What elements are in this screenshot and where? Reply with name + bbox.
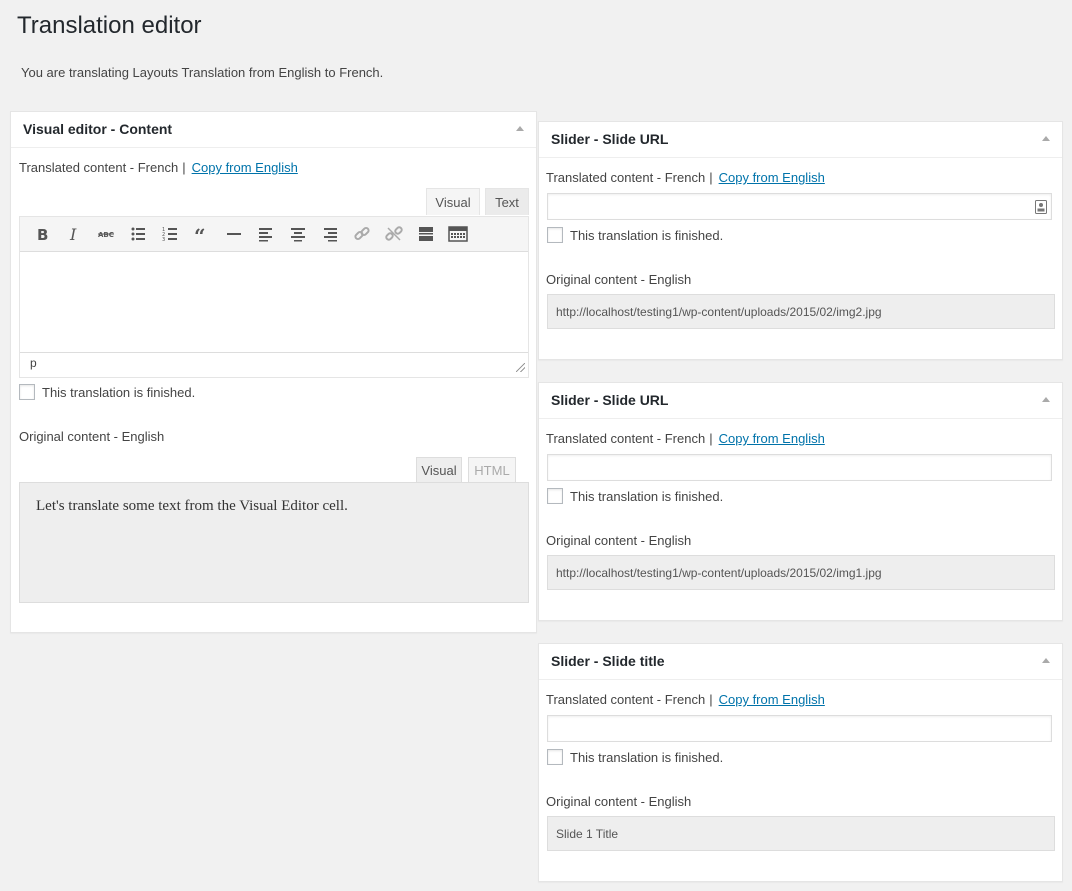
box-title: Slider - Slide URL: [551, 392, 669, 408]
finished-label: This translation is finished.: [570, 749, 724, 765]
italic-icon[interactable]: I: [58, 220, 90, 248]
tab-text[interactable]: Text: [485, 188, 529, 215]
translated-label: Translated content - French: [546, 692, 706, 707]
original-label: Original content - English: [19, 429, 165, 444]
separator: |: [182, 160, 186, 175]
finished-checkbox[interactable]: [547, 488, 563, 504]
visual-editor: B I ABC 123 “ p: [19, 216, 529, 378]
collapse-arrow-icon[interactable]: [1042, 397, 1050, 402]
translated-label-row: Translated content - French | Copy from En…: [546, 431, 825, 446]
box-header[interactable]: Slider - Slide title: [539, 644, 1062, 680]
finished-checkbox[interactable]: [547, 749, 563, 765]
copy-from-english-link[interactable]: Copy from English: [719, 170, 825, 185]
editor-content-area[interactable]: [20, 252, 528, 352]
page-title: Translation editor: [17, 12, 202, 39]
bold-icon[interactable]: B: [26, 220, 58, 248]
original-value: http://localhost/testing1/wp-content/upl…: [547, 555, 1055, 590]
element-path[interactable]: p: [30, 356, 37, 370]
tab-visual[interactable]: Visual: [426, 188, 480, 215]
finished-checkbox-row: This translation is finished.: [19, 384, 195, 400]
editor-toolbar: B I ABC 123 “: [20, 217, 528, 252]
original-tab-html[interactable]: HTML: [468, 457, 516, 482]
translation-input[interactable]: [547, 193, 1052, 220]
box-title: Slider - Slide URL: [551, 131, 669, 147]
box-header[interactable]: Visual editor - Content: [11, 112, 536, 148]
original-label: Original content - English: [546, 272, 692, 287]
page-subtitle: You are translating Layouts Translation …: [21, 65, 384, 80]
original-content-box: Let's translate some text from the Visua…: [19, 482, 529, 603]
box-header[interactable]: Slider - Slide URL: [539, 122, 1062, 158]
translated-label: Translated content - French: [546, 170, 706, 185]
svg-text:3: 3: [162, 237, 165, 242]
slide-url-box-2: Slider - Slide URL Translated content - …: [538, 382, 1063, 621]
align-center-icon[interactable]: [282, 220, 314, 248]
finished-label: This translation is finished.: [570, 488, 724, 504]
translated-label-row: Translated content - French | Copy from En…: [546, 170, 825, 185]
bullet-list-icon[interactable]: [122, 220, 154, 248]
contact-card-icon[interactable]: [1035, 200, 1047, 214]
box-header[interactable]: Slider - Slide URL: [539, 383, 1062, 419]
copy-from-english-link[interactable]: Copy from English: [719, 692, 825, 707]
separator: |: [709, 431, 713, 446]
copy-from-english-link[interactable]: Copy from English: [192, 160, 298, 175]
finished-checkbox-row: This translation is finished.: [547, 488, 723, 504]
translated-label-row: Translated content - French | Copy from En…: [19, 160, 298, 175]
box-title: Slider - Slide title: [551, 653, 665, 669]
svg-text:B: B: [37, 226, 48, 242]
translated-label-row: Translated content - French | Copy from En…: [546, 692, 825, 707]
box-title: Visual editor - Content: [23, 121, 173, 137]
finished-checkbox-row: This translation is finished.: [547, 749, 723, 765]
finished-checkbox[interactable]: [547, 227, 563, 243]
original-label: Original content - English: [546, 533, 692, 548]
slide-title-box: Slider - Slide title Translated content …: [538, 643, 1063, 882]
separator: |: [709, 170, 713, 185]
visual-editor-box: Visual editor - Content Translated conte…: [10, 111, 537, 633]
finished-label: This translation is finished.: [570, 227, 724, 243]
original-label: Original content - English: [546, 794, 692, 809]
collapse-arrow-icon[interactable]: [1042, 136, 1050, 141]
separator: |: [709, 692, 713, 707]
horizontal-rule-icon[interactable]: [218, 220, 250, 248]
editor-status-bar: p: [20, 352, 528, 375]
resize-handle-icon[interactable]: [516, 363, 525, 372]
slide-url-box-1: Slider - Slide URL Translated content - …: [538, 121, 1063, 360]
link-icon[interactable]: [346, 220, 378, 248]
original-value: Slide 1 Title: [547, 816, 1055, 851]
finished-checkbox[interactable]: [19, 384, 35, 400]
collapse-arrow-icon[interactable]: [516, 126, 524, 131]
finished-label: This translation is finished.: [42, 384, 196, 400]
translated-label: Translated content - French: [19, 160, 179, 175]
finished-checkbox-row: This translation is finished.: [547, 227, 723, 243]
original-tab-visual[interactable]: Visual: [416, 457, 462, 482]
collapse-arrow-icon[interactable]: [1042, 658, 1050, 663]
strikethrough-icon[interactable]: ABC: [90, 220, 122, 248]
toolbar-toggle-icon[interactable]: [442, 220, 474, 248]
translation-input[interactable]: [547, 715, 1052, 742]
read-more-icon[interactable]: [410, 220, 442, 248]
align-left-icon[interactable]: [250, 220, 282, 248]
translated-label: Translated content - French: [546, 431, 706, 446]
align-right-icon[interactable]: [314, 220, 346, 248]
blockquote-icon[interactable]: “: [186, 220, 218, 248]
original-value: http://localhost/testing1/wp-content/upl…: [547, 294, 1055, 329]
numbered-list-icon[interactable]: 123: [154, 220, 186, 248]
svg-text:ABC: ABC: [98, 231, 114, 239]
copy-from-english-link[interactable]: Copy from English: [719, 431, 825, 446]
unlink-icon[interactable]: [378, 220, 410, 248]
svg-text:“: “: [194, 226, 206, 242]
svg-text:I: I: [69, 226, 77, 242]
translation-input[interactable]: [547, 454, 1052, 481]
